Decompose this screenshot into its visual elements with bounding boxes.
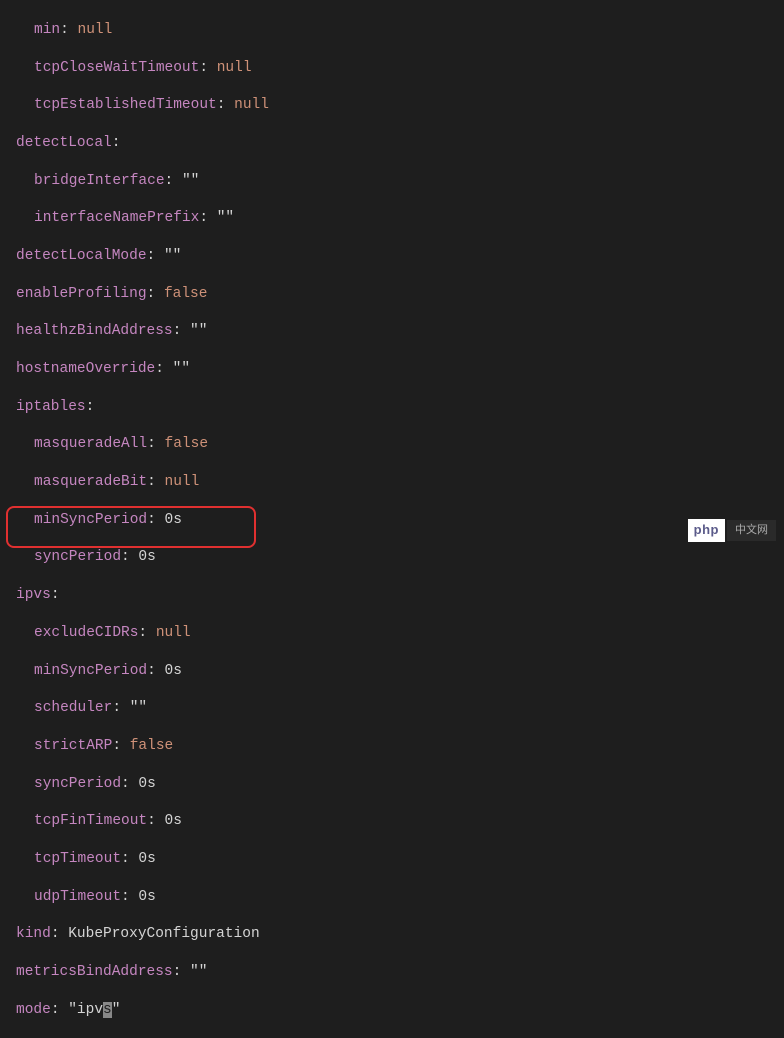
- yaml-key: mode: [16, 1002, 51, 1018]
- yaml-line: excludeCIDRs: null: [0, 624, 784, 643]
- yaml-value: 0s: [165, 663, 182, 679]
- yaml-line: bridgeInterface: "": [0, 172, 784, 191]
- yaml-key: tcpTimeout: [34, 851, 121, 867]
- logo-cn-text: 中文网: [727, 520, 776, 540]
- yaml-key: udpTimeout: [34, 889, 121, 905]
- yaml-line: tcpEstablishedTimeout: null: [0, 96, 784, 115]
- yaml-value: 0s: [165, 813, 182, 829]
- yaml-value: null: [156, 625, 191, 641]
- yaml-key: bridgeInterface: [34, 173, 165, 189]
- yaml-line: metricsBindAddress: "": [0, 963, 784, 982]
- yaml-key: ipvs: [16, 587, 51, 603]
- yaml-key: hostnameOverride: [16, 361, 155, 377]
- yaml-line-mode: mode: "ipvs": [0, 1001, 784, 1020]
- yaml-key: syncPeriod: [34, 776, 121, 792]
- yaml-key: tcpCloseWaitTimeout: [34, 60, 199, 76]
- editor-cursor: s: [103, 1002, 112, 1018]
- yaml-line: masqueradeAll: false: [0, 435, 784, 454]
- yaml-line: scheduler: "": [0, 699, 784, 718]
- yaml-key: minSyncPeriod: [34, 512, 147, 528]
- yaml-line: syncPeriod: 0s: [0, 548, 784, 567]
- yaml-key: minSyncPeriod: [34, 663, 147, 679]
- yaml-key: healthzBindAddress: [16, 323, 173, 339]
- yaml-value: null: [234, 97, 269, 113]
- yaml-value: "": [182, 173, 199, 189]
- yaml-value: false: [130, 738, 174, 754]
- yaml-value-post: ": [112, 1002, 121, 1018]
- yaml-key: scheduler: [34, 700, 112, 716]
- yaml-line: minSyncPeriod: 0s: [0, 662, 784, 681]
- yaml-line: minSyncPeriod: 0s: [0, 511, 784, 530]
- yaml-value: false: [164, 286, 208, 302]
- yaml-key: metricsBindAddress: [16, 964, 173, 980]
- yaml-key: iptables: [16, 399, 86, 415]
- yaml-line: strictARP: false: [0, 737, 784, 756]
- yaml-value: 0s: [138, 776, 155, 792]
- yaml-value: false: [165, 436, 209, 452]
- yaml-key: kind: [16, 926, 51, 942]
- yaml-value: 0s: [138, 549, 155, 565]
- yaml-value: "": [190, 964, 207, 980]
- yaml-key: syncPeriod: [34, 549, 121, 565]
- yaml-value: "": [173, 361, 190, 377]
- yaml-key: masqueradeBit: [34, 474, 147, 490]
- yaml-code-block: min: null tcpCloseWaitTimeout: null tcpE…: [0, 2, 784, 1038]
- yaml-line: iptables:: [0, 398, 784, 417]
- yaml-line: ipvs:: [0, 586, 784, 605]
- yaml-value-pre: "ipv: [68, 1002, 103, 1018]
- yaml-value: "": [217, 210, 234, 226]
- yaml-line: hostnameOverride: "": [0, 360, 784, 379]
- yaml-line: masqueradeBit: null: [0, 473, 784, 492]
- logo-php-text: php: [688, 519, 725, 542]
- yaml-key: interfaceNamePrefix: [34, 210, 199, 226]
- yaml-key: detectLocal: [16, 135, 112, 151]
- yaml-key: min: [34, 22, 60, 38]
- yaml-value: 0s: [165, 512, 182, 528]
- yaml-value: null: [165, 474, 200, 490]
- yaml-line: enableProfiling: false: [0, 285, 784, 304]
- yaml-line: kind: KubeProxyConfiguration: [0, 925, 784, 944]
- yaml-key: enableProfiling: [16, 286, 147, 302]
- yaml-line: interfaceNamePrefix: "": [0, 209, 784, 228]
- yaml-key: masqueradeAll: [34, 436, 147, 452]
- yaml-value: "": [190, 323, 207, 339]
- yaml-value: "": [130, 700, 147, 716]
- yaml-line: tcpCloseWaitTimeout: null: [0, 59, 784, 78]
- yaml-line: min: null: [0, 21, 784, 40]
- yaml-key: tcpEstablishedTimeout: [34, 97, 217, 113]
- yaml-value: null: [217, 60, 252, 76]
- yaml-value: "": [164, 248, 181, 264]
- yaml-line: tcpTimeout: 0s: [0, 850, 784, 869]
- yaml-key: tcpFinTimeout: [34, 813, 147, 829]
- yaml-key: detectLocalMode: [16, 248, 147, 264]
- yaml-line: syncPeriod: 0s: [0, 775, 784, 794]
- yaml-key: excludeCIDRs: [34, 625, 138, 641]
- yaml-value: 0s: [138, 889, 155, 905]
- yaml-line: tcpFinTimeout: 0s: [0, 812, 784, 831]
- yaml-key: strictARP: [34, 738, 112, 754]
- yaml-line: detectLocal:: [0, 134, 784, 153]
- yaml-line: udpTimeout: 0s: [0, 888, 784, 907]
- yaml-line: healthzBindAddress: "": [0, 322, 784, 341]
- yaml-value: KubeProxyConfiguration: [68, 926, 259, 942]
- yaml-value: 0s: [138, 851, 155, 867]
- yaml-line: detectLocalMode: "": [0, 247, 784, 266]
- yaml-value: null: [78, 22, 113, 38]
- watermark-logo: php 中文网: [688, 519, 776, 542]
